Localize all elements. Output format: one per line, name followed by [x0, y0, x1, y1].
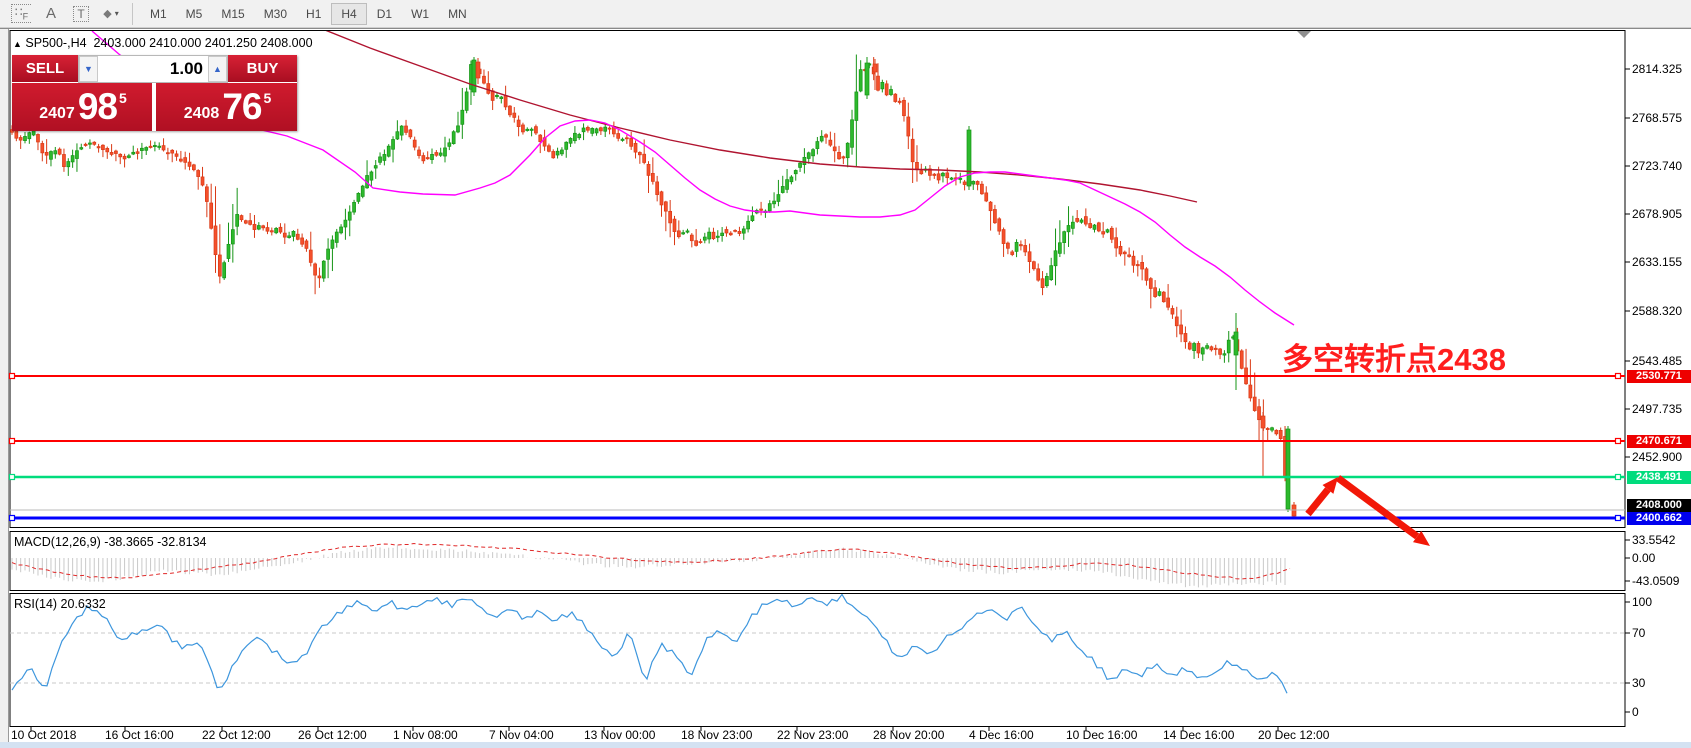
turning-point-annotation[interactable]: 多空转折点2438 — [1282, 334, 1506, 379]
timeframe-button-m1[interactable]: M1 — [141, 3, 176, 25]
buy-price-big: 76 — [222, 86, 261, 128]
volume-input[interactable] — [98, 56, 208, 82]
price-badge: 2408.000 — [1627, 499, 1691, 512]
timeframe-button-d1[interactable]: D1 — [368, 3, 401, 25]
line-handle[interactable] — [1616, 374, 1621, 379]
date-label: 13 Nov 00:00 — [584, 728, 655, 742]
buy-price-small: 2408 — [184, 105, 220, 123]
symbol-label: SP500-,H4 — [25, 36, 86, 50]
buy-price-display[interactable]: 2408 76 5 — [156, 83, 297, 131]
volume-increase-button[interactable]: ▲ — [208, 56, 227, 82]
line-handle[interactable] — [10, 475, 15, 480]
sell-price-sup: 5 — [119, 90, 127, 106]
arrange-icon[interactable]: ◆ ▾ — [98, 3, 124, 25]
date-label: 26 Oct 12:00 — [298, 728, 367, 742]
rsi-label: RSI(14) 20.6332 — [14, 597, 106, 611]
rsi-scale-label: 70 — [1632, 626, 1645, 640]
high-value: 2410.000 — [149, 36, 201, 50]
timeframe-button-h4[interactable]: H4 — [331, 3, 366, 25]
timeframe-button-mn[interactable]: MN — [439, 3, 476, 25]
macd-scale-label: 0.00 — [1632, 551, 1655, 565]
cursor-a-glyph: A — [46, 5, 56, 22]
macd-label: MACD(12,26,9) -38.3665 -32.8134 — [14, 535, 206, 549]
price-tick-label: 2497.735 — [1632, 402, 1682, 416]
date-label: 20 Dec 12:00 — [1258, 728, 1329, 742]
price-badge: 2400.662 — [1627, 512, 1691, 525]
line-handle[interactable] — [1616, 439, 1621, 444]
line-handle[interactable] — [10, 374, 15, 379]
buy-price-sup: 5 — [263, 90, 271, 106]
dropdown-caret-icon: ▾ — [115, 9, 119, 18]
toolbar-separator — [132, 3, 133, 25]
text-label-glyph: T — [73, 6, 88, 22]
date-label: 14 Dec 16:00 — [1163, 728, 1234, 742]
date-label: 4 Dec 16:00 — [969, 728, 1034, 742]
buy-button[interactable]: BUY — [228, 55, 297, 83]
line-handle[interactable] — [10, 516, 15, 521]
rsi-scale-label: 100 — [1632, 595, 1652, 609]
macd-scale-label: 33.5542 — [1632, 533, 1675, 547]
volume-decrease-button[interactable]: ▼ — [79, 56, 98, 82]
open-value: 2403.000 — [94, 36, 146, 50]
line-handle[interactable] — [1616, 516, 1621, 521]
volume-control: ▼ ▲ — [78, 55, 228, 83]
arrange-glyph: ◆ — [103, 7, 111, 20]
price-tick-label: 2814.325 — [1632, 62, 1682, 76]
rsi-scale-label: 30 — [1632, 676, 1645, 690]
line-handle[interactable] — [1616, 475, 1621, 480]
price-badge: 2438.491 — [1627, 471, 1691, 484]
line-handle[interactable] — [10, 439, 15, 444]
date-label: 7 Nov 04:00 — [489, 728, 554, 742]
timeframe-button-w1[interactable]: W1 — [402, 3, 438, 25]
sell-price-big: 98 — [78, 86, 117, 128]
metatrader-window: ∷F A T ◆ ▾ M1M5M15M30H1H4D1W1MN ▲ SP500-… — [0, 0, 1691, 748]
one-click-trading-panel: SELL ▼ ▲ BUY 2407 98 5 2408 76 5 — [12, 55, 297, 131]
cursor-a-icon[interactable]: A — [38, 3, 64, 25]
date-label: 18 Nov 23:00 — [681, 728, 752, 742]
price-tick-label: 2768.575 — [1632, 111, 1682, 125]
price-tick-label: 2678.905 — [1632, 207, 1682, 221]
timeframe-button-m15[interactable]: M15 — [212, 3, 253, 25]
date-label: 10 Dec 16:00 — [1066, 728, 1137, 742]
symbol-ohlc-header: ▲ SP500-,H4 2403.000 2410.000 2401.250 2… — [13, 36, 313, 50]
timeframe-bar: M1M5M15M30H1H4D1W1MN — [141, 3, 477, 25]
date-label: 16 Oct 16:00 — [105, 728, 174, 742]
price-tick-label: 2633.155 — [1632, 255, 1682, 269]
price-tick-label: 2452.900 — [1632, 450, 1682, 464]
date-label: 22 Nov 23:00 — [777, 728, 848, 742]
rsi-scale-label: 0 — [1632, 705, 1639, 719]
sell-price-display[interactable]: 2407 98 5 — [12, 83, 153, 131]
low-value: 2401.250 — [205, 36, 257, 50]
price-tick-label: 2723.740 — [1632, 159, 1682, 173]
chart-shift-icon[interactable]: ∷F — [8, 3, 34, 25]
price-badge: 2530.771 — [1627, 370, 1691, 383]
date-label: 22 Oct 12:00 — [202, 728, 271, 742]
price-tick-label: 2543.485 — [1632, 354, 1682, 368]
chart-shift-glyph: ∷F — [11, 4, 31, 22]
sell-price-small: 2407 — [39, 105, 75, 123]
text-label-icon[interactable]: T — [68, 3, 94, 25]
toolbar: ∷F A T ◆ ▾ M1M5M15M30H1H4D1W1MN — [0, 0, 1691, 28]
date-label: 28 Nov 20:00 — [873, 728, 944, 742]
timeframe-button-m30[interactable]: M30 — [255, 3, 296, 25]
close-value: 2408.000 — [260, 36, 312, 50]
date-label: 10 Oct 2018 — [11, 728, 76, 742]
price-badge: 2470.671 — [1627, 435, 1691, 448]
timeframe-button-m5[interactable]: M5 — [177, 3, 212, 25]
price-tick-label: 2588.320 — [1632, 304, 1682, 318]
sell-button[interactable]: SELL — [12, 55, 78, 83]
timeframe-button-h1[interactable]: H1 — [297, 3, 330, 25]
macd-scale-label: -43.0509 — [1632, 574, 1679, 588]
date-label: 1 Nov 08:00 — [393, 728, 458, 742]
collapse-marker-icon[interactable]: ▲ — [13, 39, 22, 49]
